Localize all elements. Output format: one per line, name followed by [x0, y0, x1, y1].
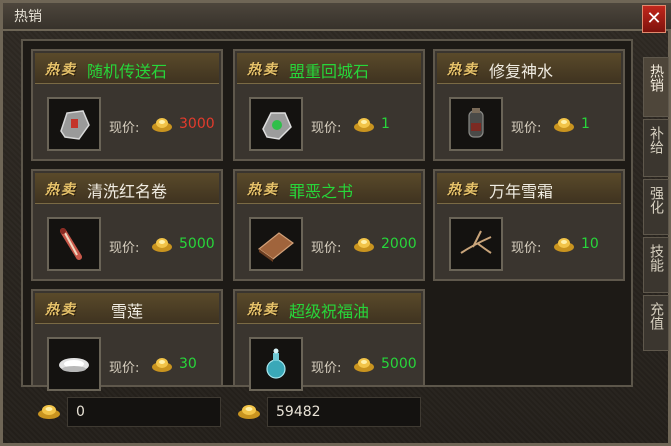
item-card[interactable]: 热卖 罪恶之书 现价: 2000 [233, 169, 425, 281]
teleport-stone-icon[interactable] [47, 97, 101, 151]
gold-ingot-icon [152, 358, 172, 372]
gold-ingot-icon [554, 118, 574, 132]
hot-sale-label: 热卖 [447, 182, 479, 198]
gold-ingot-icon [554, 238, 574, 252]
card-header: 热卖 超级祝福油 [237, 293, 421, 324]
price-label: 现价: [109, 361, 140, 376]
item-price: 5000 [179, 236, 215, 252]
title-bar[interactable]: 热销 [3, 3, 671, 31]
item-name: 随机传送石 [87, 62, 168, 81]
item-name: 清洗红名卷 [87, 182, 168, 201]
item-card[interactable]: 热卖 万年雪霜 现价: 10 [433, 169, 625, 281]
root-icon[interactable] [449, 217, 503, 271]
gold-ingot-icon [354, 118, 374, 132]
tab-label: 补给 [648, 126, 664, 154]
price-label: 现价: [311, 241, 342, 256]
tab-label: 技能 [648, 244, 664, 272]
card-header: 热卖 随机传送石 [35, 53, 219, 84]
book-icon[interactable] [249, 217, 303, 271]
tab-recharge[interactable]: 充值 [643, 295, 669, 351]
hot-sale-label: 热卖 [45, 62, 77, 78]
hot-sale-label: 热卖 [247, 62, 279, 78]
item-price: 3000 [179, 116, 215, 132]
price-label: 现价: [311, 361, 342, 376]
tab-hot-sale[interactable]: 热销 [643, 57, 669, 117]
price-label: 现价: [511, 121, 542, 136]
gold-ingot-balance: 0 [67, 397, 221, 427]
gold-ingot-icon [38, 405, 60, 419]
card-header: 热卖 清洗红名卷 [35, 173, 219, 204]
repair-potion-icon[interactable] [449, 97, 503, 151]
item-name: 雪莲 [111, 302, 144, 321]
gold-ingot-icon [354, 238, 374, 252]
item-price: 5000 [381, 356, 417, 372]
return-stone-icon[interactable] [249, 97, 303, 151]
card-header: 热卖 万年雪霜 [437, 173, 621, 204]
price-label: 现价: [109, 241, 140, 256]
hot-sale-label: 热卖 [447, 62, 479, 78]
close-icon: ✕ [646, 8, 662, 29]
hot-sale-label: 热卖 [247, 182, 279, 198]
item-price: 30 [179, 356, 197, 372]
hot-sale-label: 热卖 [45, 182, 77, 198]
price-label: 现价: [511, 241, 542, 256]
item-card[interactable]: 热卖 清洗红名卷 现价: 5000 [31, 169, 223, 281]
gold-ingot-icon [152, 238, 172, 252]
item-price: 2000 [381, 236, 417, 252]
tab-label: 热销 [648, 64, 664, 92]
window-title: 热销 [14, 9, 42, 25]
tab-skills[interactable]: 技能 [643, 237, 669, 293]
gold-ingot-icon [354, 358, 374, 372]
scroll-icon[interactable] [47, 217, 101, 271]
yuanbao-icon [238, 405, 260, 419]
item-price: 10 [581, 236, 599, 252]
card-header: 热卖 雪莲 [35, 293, 219, 324]
item-card[interactable]: 热卖 盟重回城石 现价: 1 [233, 49, 425, 161]
item-name: 超级祝福油 [289, 302, 370, 321]
hot-sale-label: 热卖 [45, 302, 77, 318]
card-header: 热卖 罪恶之书 [237, 173, 421, 204]
card-header: 热卖 盟重回城石 [237, 53, 421, 84]
shop-window: 热销 ✕ 热卖 随机传送石 现价: 3000 热卖 盟重回城石 现价: 1 热卖… [0, 0, 671, 446]
item-card[interactable]: 热卖 超级祝福油 现价: 5000 [233, 289, 425, 391]
blessing-oil-icon[interactable] [249, 337, 303, 391]
tab-label: 强化 [648, 186, 664, 214]
tab-label: 充值 [648, 302, 664, 330]
price-label: 现价: [109, 121, 140, 136]
item-card[interactable]: 热卖 随机传送石 现价: 3000 [31, 49, 223, 161]
item-card[interactable]: 热卖 雪莲 现价: 30 [31, 289, 223, 391]
item-price: 1 [581, 116, 590, 132]
item-name: 盟重回城石 [289, 62, 370, 81]
card-header: 热卖 修复神水 [437, 53, 621, 84]
gold-ingot-icon [152, 118, 172, 132]
price-label: 现价: [311, 121, 342, 136]
hot-sale-label: 热卖 [247, 302, 279, 318]
item-price: 1 [381, 116, 390, 132]
item-name: 修复神水 [489, 62, 554, 81]
yuanbao-balance: 59482 [267, 397, 421, 427]
close-button[interactable]: ✕ [642, 5, 666, 33]
items-panel: 热卖 随机传送石 现价: 3000 热卖 盟重回城石 现价: 1 热卖 修复神水… [21, 39, 633, 391]
tab-enhance[interactable]: 强化 [643, 179, 669, 235]
item-name: 万年雪霜 [489, 182, 554, 201]
tab-supply[interactable]: 补给 [643, 119, 669, 177]
item-name: 罪恶之书 [289, 182, 354, 201]
snow-lotus-icon[interactable] [47, 337, 101, 391]
item-card[interactable]: 热卖 修复神水 现价: 1 [433, 49, 625, 161]
